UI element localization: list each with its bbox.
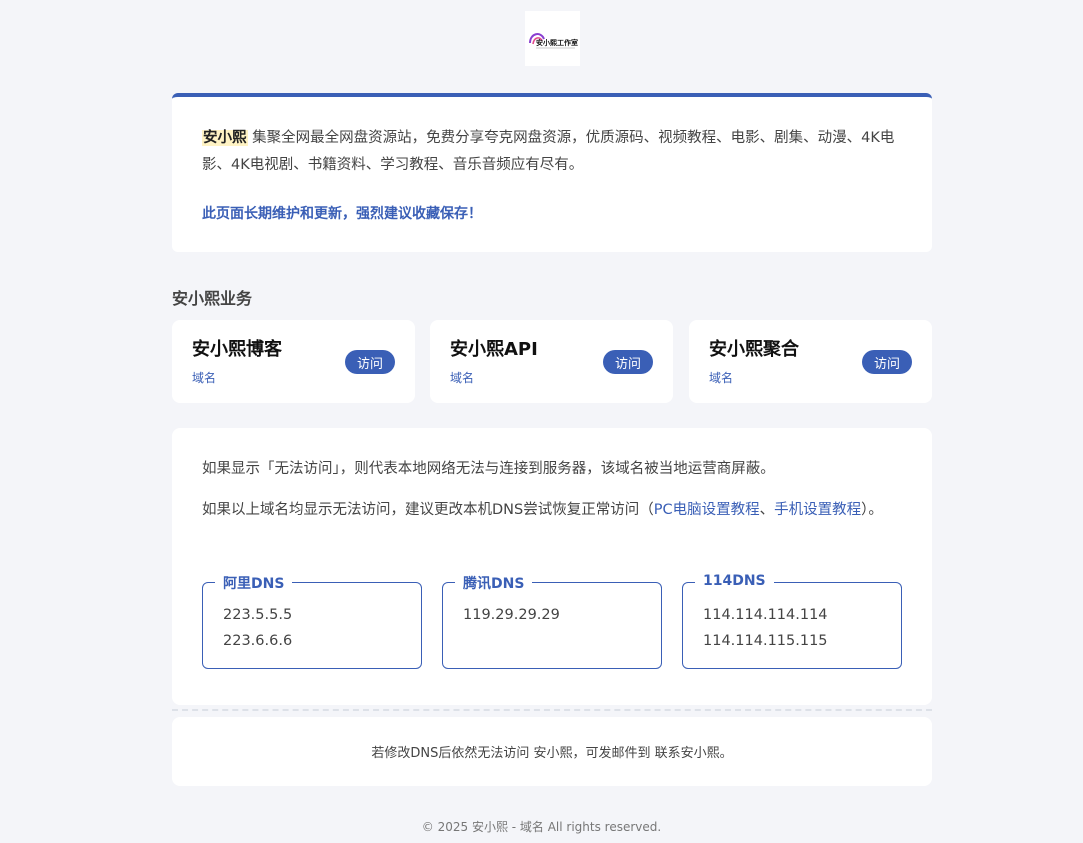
dns-provider-name: 阿里DNS [215,573,293,593]
site-logo: 安小熙工作室 [525,11,580,66]
dashed-divider [172,709,932,711]
dns-ip-list: 119.29.29.29 [463,602,560,628]
service-domain[interactable]: 域名 [450,369,474,386]
service-domain[interactable]: 域名 [192,369,216,386]
brand-highlight: 安小熙 [202,130,248,146]
service-card-api: 安小熙API 域名 访问 [430,320,673,403]
dns-advice-prefix: 如果以上域名均显示无法访问，建议更改本机DNS尝试恢复正常访问（ [202,502,654,518]
dns-box-aliyun: 阿里DNS 223.5.5.5 223.6.6.6 [202,573,422,669]
mobile-tutorial-link[interactable]: 手机设置教程 [774,502,861,518]
visit-button[interactable]: 访问 [862,350,912,374]
bookmark-notice: 此页面长期维护和更新，强烈建议收藏保存！ [202,206,482,222]
services-title: 安小熙业务 [172,289,253,308]
contact-text: 若修改DNS后依然无法访问 安小熙，可发邮件到 联系安小熙。 [371,746,733,761]
service-name: 安小熙博客 [192,339,282,360]
dns-ip: 114.114.115.115 [703,633,828,649]
service-name: 安小熙API [450,339,538,360]
studio-logo-icon: 安小熙工作室 [528,32,578,48]
visit-button[interactable]: 访问 [603,350,653,374]
dns-ip: 223.5.5.5 [223,607,293,623]
intro-description: 安小熙 集聚全网最全网盘资源站，免费分享夸克网盘资源，优质源码、视频教程、电影、… [202,125,902,179]
dns-box-114: 114DNS 114.114.114.114 114.114.115.115 [682,573,902,669]
dns-ip-list: 114.114.114.114 114.114.115.115 [703,602,828,654]
link-separator: 、 [759,502,775,518]
contact-card: 若修改DNS后依然无法访问 安小熙，可发邮件到 联系安小熙。 [172,717,932,786]
dns-provider-name: 114DNS [695,573,774,589]
dns-ip: 223.6.6.6 [223,633,293,649]
pc-tutorial-link[interactable]: PC电脑设置教程 [654,502,760,518]
dns-box-tencent: 腾讯DNS 119.29.29.29 [442,573,662,669]
dns-advice-suffix: ）。 [861,502,883,518]
footer-copyright: © 2025 安小熙 - 域名 All rights reserved. [421,820,662,834]
service-card-aggregate: 安小熙聚合 域名 访问 [689,320,932,403]
intro-text: 集聚全网最全网盘资源站，免费分享夸克网盘资源，优质源码、视频教程、电影、剧集、动… [202,130,895,173]
dns-ip: 119.29.29.29 [463,607,560,623]
blocked-explanation: 如果显示「无法访问」，则代表本地网络无法与连接到服务器，该域名被当地运营商屏蔽。 [202,461,775,477]
dns-advice: 如果以上域名均显示无法访问，建议更改本机DNS尝试恢复正常访问（PC电脑设置教程… [202,497,902,524]
dns-help-card: 如果显示「无法访问」，则代表本地网络无法与连接到服务器，该域名被当地运营商屏蔽。… [172,428,932,705]
visit-button[interactable]: 访问 [345,350,395,374]
intro-card: 安小熙 集聚全网最全网盘资源站，免费分享夸克网盘资源，优质源码、视频教程、电影、… [172,93,932,252]
dns-provider-name: 腾讯DNS [455,573,533,593]
logo-text: 安小熙工作室 [536,38,578,47]
dns-ip-list: 223.5.5.5 223.6.6.6 [223,602,292,654]
service-domain[interactable]: 域名 [709,369,733,386]
service-card-blog: 安小熙博客 域名 访问 [172,320,415,403]
service-name: 安小熙聚合 [709,339,799,360]
dns-ip: 114.114.114.114 [703,607,828,623]
